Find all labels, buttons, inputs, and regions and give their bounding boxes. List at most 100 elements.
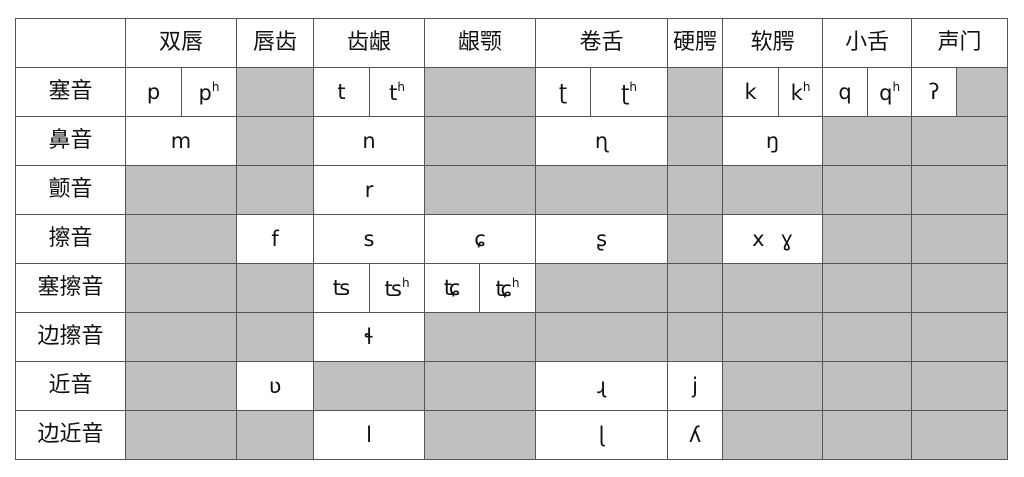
row-label-affricate: 塞擦音 <box>15 263 126 313</box>
row-plosive: 塞音 p ph t th ʈ ʈh k kh q qh ʔ <box>15 67 1008 117</box>
col-header-glottal: 声门 <box>911 18 1008 68</box>
symbol: q <box>879 80 893 105</box>
cell-empty <box>822 263 913 313</box>
row-label-lateral-fricative: 边擦音 <box>15 312 126 362</box>
row-lateral-approximant: 边近音 l ɭ ʎ <box>15 410 1008 460</box>
symbol: ʨ <box>495 276 512 301</box>
aspiration-mark: h <box>211 79 220 94</box>
cell-approximant-retroflex: ɻ <box>535 361 669 411</box>
row-label-plosive: 塞音 <box>15 67 126 117</box>
consonant-chart-table: 双唇 唇齿 齿龈 龈颚 卷舌 硬腭 软腭 小舌 声门 塞音 p ph t th … <box>15 18 1008 460</box>
cell-empty <box>667 67 724 117</box>
cell-lateral-approximant-alveolar: l <box>313 410 426 460</box>
cell-empty <box>667 165 724 215</box>
row-label-trill: 颤音 <box>15 165 126 215</box>
row-label-lateral-approximant: 边近音 <box>15 410 126 460</box>
col-header-velar: 软腭 <box>722 18 824 68</box>
cell-empty <box>822 165 913 215</box>
aspiration-mark: h <box>397 79 405 94</box>
cell-fricative-retroflex: ʂ <box>535 214 669 264</box>
cell-fricative-alveolopalatal: ɕ <box>424 214 537 264</box>
cell-empty <box>535 165 669 215</box>
cell-fricative-labiodental: f <box>236 214 315 264</box>
cell-empty <box>124 361 238 411</box>
cell-plosive-velar-b: kh <box>778 67 824 117</box>
cell-empty <box>124 165 238 215</box>
cell-affricate-alveolar-a: ʦ <box>313 263 371 313</box>
col-header-uvular: 小舌 <box>822 18 913 68</box>
cell-empty <box>722 361 824 411</box>
col-header-retroflex: 卷舌 <box>535 18 669 68</box>
col-header-labiodental: 唇齿 <box>236 18 315 68</box>
cell-empty <box>124 263 238 313</box>
cell-lateral-fricative-alveolar: ɬ <box>313 312 426 362</box>
symbol-voiceless: x <box>752 226 765 251</box>
cell-empty <box>236 116 315 166</box>
symbol: ʦ <box>384 276 402 301</box>
cell-empty <box>535 263 669 313</box>
cell-nasal-bilabial: m <box>124 116 238 166</box>
cell-empty <box>667 312 724 362</box>
symbol: p <box>198 80 212 105</box>
cell-affricate-alveolar-b: ʦh <box>369 263 426 313</box>
cell-empty <box>722 410 824 460</box>
row-trill: 颤音 r <box>15 165 1008 215</box>
cell-empty <box>424 312 537 362</box>
row-label-fricative: 擦音 <box>15 214 126 264</box>
cell-empty <box>722 312 824 362</box>
cell-empty <box>911 410 1008 460</box>
cell-empty <box>911 165 1008 215</box>
cell-empty <box>313 361 426 411</box>
cell-empty <box>236 263 315 313</box>
cell-nasal-alveolar: n <box>313 116 426 166</box>
cell-empty <box>911 312 1008 362</box>
cell-lateral-approximant-retroflex: ɭ <box>535 410 669 460</box>
col-header-palatal: 硬腭 <box>667 18 724 68</box>
cell-empty <box>722 165 824 215</box>
cell-empty <box>667 214 724 264</box>
col-header-alveolopalatal: 龈颚 <box>424 18 537 68</box>
cell-plosive-alveolar-a: t <box>313 67 371 117</box>
cell-empty <box>822 214 913 264</box>
symbol-voiced: ɣ <box>780 226 794 251</box>
aspiration-mark: h <box>629 79 637 94</box>
row-label-approximant: 近音 <box>15 361 126 411</box>
col-header-bilabial: 双唇 <box>124 18 238 68</box>
cell-affricate-alveolopalatal-b: ʨh <box>479 263 537 313</box>
row-lateral-fricative: 边擦音 ɬ <box>15 312 1008 362</box>
cell-empty <box>956 67 1008 117</box>
cell-empty <box>236 67 315 117</box>
cell-empty <box>236 410 315 460</box>
row-fricative: 擦音 f s ɕ ʂ xɣ <box>15 214 1008 264</box>
aspiration-mark: h <box>401 275 410 290</box>
cell-approximant-labiodental: ʋ <box>236 361 315 411</box>
cell-empty <box>667 116 724 166</box>
cell-plosive-bilabial-b: ph <box>180 67 238 117</box>
cell-affricate-alveolopalatal-a: ʨ <box>424 263 481 313</box>
cell-empty <box>722 263 824 313</box>
cell-empty <box>424 116 537 166</box>
cell-nasal-velar: ŋ <box>722 116 824 166</box>
cell-empty <box>667 263 724 313</box>
cell-empty <box>822 312 913 362</box>
cell-empty <box>822 116 913 166</box>
cell-empty <box>911 361 1008 411</box>
corner-cell <box>15 18 126 68</box>
cell-empty <box>124 410 238 460</box>
cell-plosive-retroflex-b: ʈh <box>590 67 669 117</box>
aspiration-mark: h <box>892 79 901 94</box>
cell-plosive-bilabial-a: p <box>125 67 182 117</box>
cell-plosive-uvular-a: q <box>822 67 869 117</box>
cell-nasal-retroflex: ɳ <box>535 116 669 166</box>
cell-empty <box>911 116 1008 166</box>
cell-lateral-approximant-palatal: ʎ <box>667 410 724 460</box>
row-affricate: 塞擦音 ʦ ʦh ʨ ʨh <box>15 263 1008 313</box>
cell-empty <box>822 410 913 460</box>
row-approximant: 近音 ʋ ɻ j <box>15 361 1008 411</box>
cell-empty <box>236 312 315 362</box>
row-nasal: 鼻音 m n ɳ ŋ <box>15 116 1008 166</box>
cell-empty <box>822 361 913 411</box>
cell-fricative-alveolar: s <box>313 214 426 264</box>
cell-empty <box>424 67 537 117</box>
row-label-nasal: 鼻音 <box>15 116 126 166</box>
